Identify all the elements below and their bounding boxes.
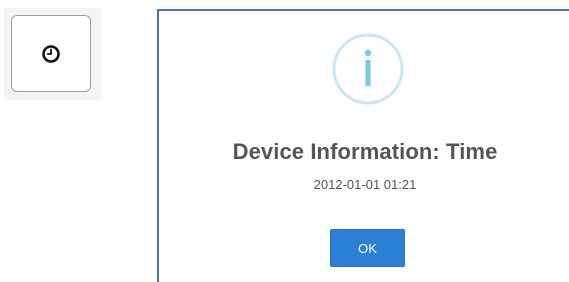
clock-button[interactable]	[11, 15, 91, 92]
device-info-dialog: Device Information: Time 2012-01-01 01:2…	[157, 9, 569, 282]
info-icon	[332, 33, 404, 105]
screen: Device Information: Time 2012-01-01 01:2…	[0, 0, 569, 282]
dialog-title: Device Information: Time	[232, 139, 498, 164]
clock-tile	[4, 8, 101, 100]
device-time-value: 2012-01-01 01:21	[313, 177, 417, 192]
ok-button[interactable]: OK	[330, 229, 405, 267]
clock-icon	[42, 44, 60, 63]
